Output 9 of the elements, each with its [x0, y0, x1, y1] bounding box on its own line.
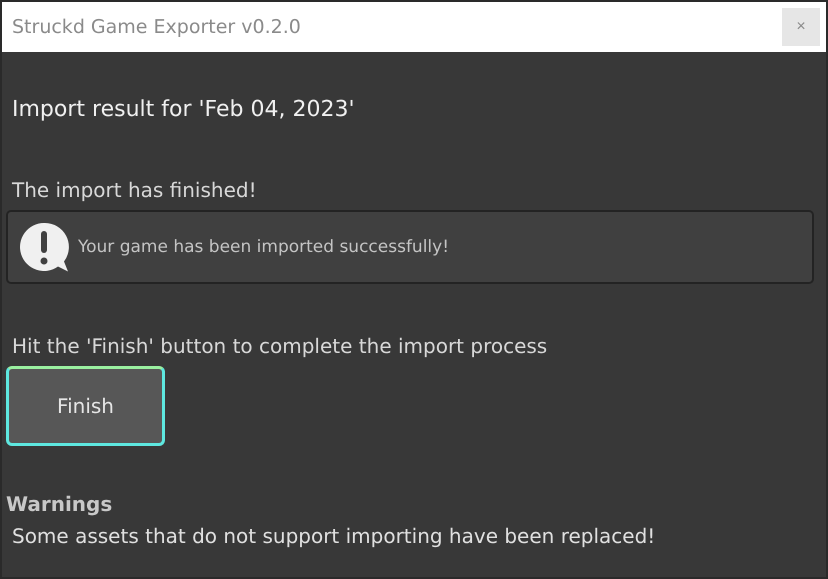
- status-text: The import has finished!: [12, 178, 257, 202]
- message-text: Your game has been imported successfully!: [78, 237, 450, 257]
- warning-text: Some assets that do not support importing have been replaced!: [12, 524, 656, 548]
- speech-bubble-exclamation-icon: [18, 221, 70, 273]
- import-result-heading: Import result for 'Feb 04, 2023': [12, 97, 354, 122]
- instruction-text: Hit the 'Finish' button to complete the import process: [12, 334, 548, 358]
- warnings-heading: Warnings: [6, 492, 112, 516]
- finish-button[interactable]: Finish: [6, 366, 165, 446]
- window-title: Struckd Game Exporter v0.2.0: [12, 16, 301, 38]
